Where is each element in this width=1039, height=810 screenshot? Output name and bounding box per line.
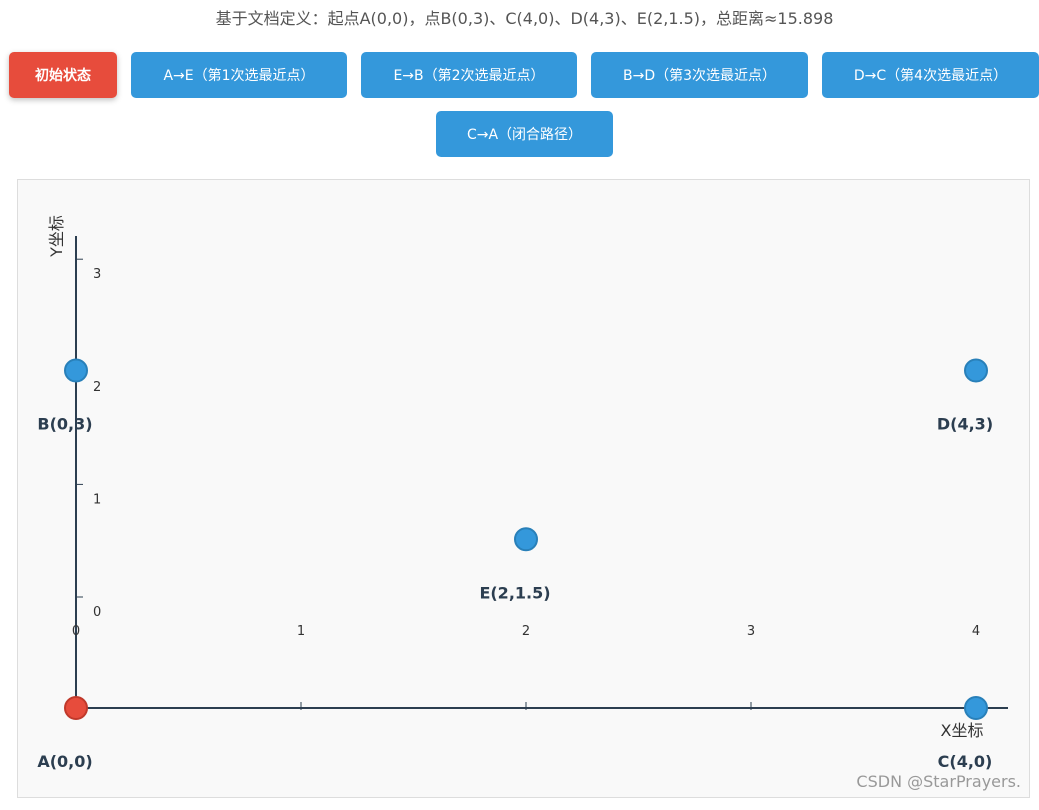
point-e: [514, 527, 538, 552]
step-e-to-b-button[interactable]: E→B（第2次选最近点）: [361, 52, 577, 98]
page-title: 基于文档定义：起点A(0,0)，点B(0,3)、C(4,0)、D(4,3)、E(…: [215, 9, 834, 28]
step-d-to-c-button[interactable]: D→C（第4次选最近点）: [822, 52, 1039, 98]
x-tick-label: 1: [297, 624, 305, 639]
point-d: [964, 358, 988, 383]
step-a-to-e-button[interactable]: A→E（第1次选最近点）: [131, 52, 347, 98]
step-c-to-a-button[interactable]: C→A（闭合路径）: [436, 111, 613, 157]
point-label-d: D(4,3): [937, 415, 993, 434]
x-axis-title: X坐标: [941, 721, 984, 740]
plot-canvas[interactable]: 0 1 2 3 4 0 1 2 3 X坐标 Y坐标 A(0,0) B(0,3) C(4,0) D(4,3) E…: [17, 179, 1030, 798]
x-tick-label: 0: [72, 624, 80, 639]
point-b: [64, 358, 88, 383]
y-tick-label: 1: [93, 492, 101, 507]
point-label-c: C(4,0): [938, 752, 993, 771]
y-tick-label: 2: [93, 380, 101, 395]
point-c: [964, 696, 988, 720]
point-label-e: E(2,1.5): [479, 583, 550, 602]
y-tick-label: 3: [93, 267, 101, 282]
x-tick-label: 3: [747, 624, 755, 639]
coordinate-plot: 0 1 2 3 4 0 1 2 3 X坐标 Y坐标 A(0,0) B(0,3) C(4,0) D(4,3) E…: [37, 215, 1008, 771]
x-tick-label: 4: [972, 624, 980, 639]
initial-state-button[interactable]: 初始状态: [9, 52, 117, 98]
y-tick-label: 0: [93, 605, 101, 620]
y-axis-title: Y坐标: [47, 215, 66, 258]
watermark: CSDN @StarPrayers.: [856, 772, 1021, 791]
point-label-a: A(0,0): [37, 752, 92, 771]
point-a: [64, 696, 88, 720]
x-tick-label: 2: [522, 624, 530, 639]
point-label-b: B(0,3): [37, 415, 92, 434]
step-b-to-d-button[interactable]: B→D（第3次选最近点）: [591, 52, 808, 98]
